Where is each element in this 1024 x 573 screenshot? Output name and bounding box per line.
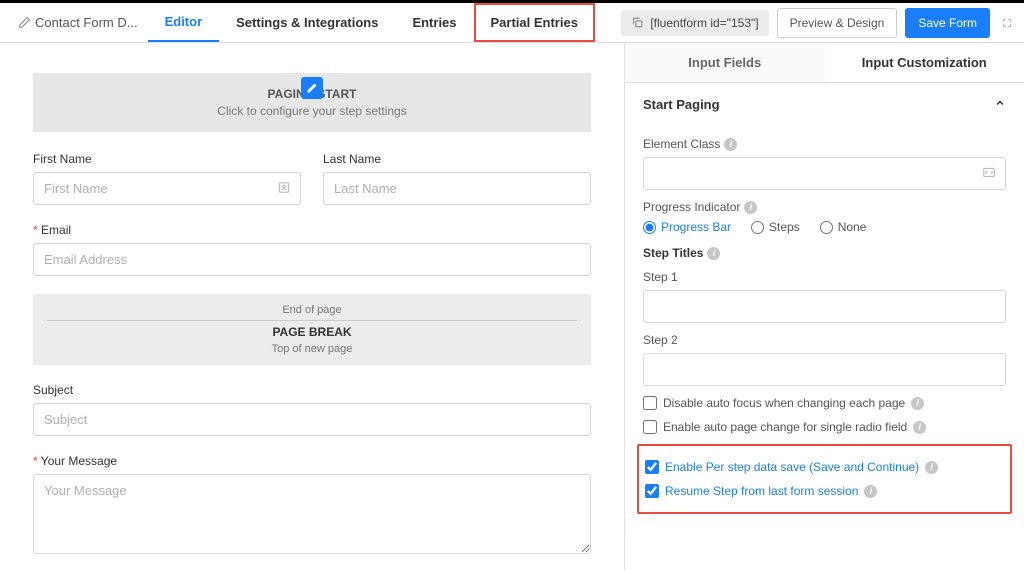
tab-partial-entries[interactable]: Partial Entries	[474, 3, 595, 42]
chevron-up-icon	[994, 97, 1006, 112]
step2-input[interactable]	[643, 353, 1006, 386]
paging-start-subtitle: Click to configure your step settings	[33, 104, 591, 118]
pencil-icon	[18, 16, 31, 29]
paging-start-block[interactable]: PAGING START Click to configure your ste…	[33, 73, 591, 132]
check-resume-step[interactable]: Resume Step from last form session i	[645, 484, 1004, 498]
element-class-input[interactable]	[643, 157, 1006, 190]
radio-steps[interactable]: Steps	[751, 220, 800, 234]
page-break-block[interactable]: End of page PAGE BREAK Top of new page	[33, 294, 591, 365]
end-of-page-label: End of page	[33, 304, 591, 316]
lastname-input[interactable]	[323, 172, 591, 205]
form-canvas: PAGING START Click to configure your ste…	[0, 43, 624, 570]
radio-progress-bar[interactable]: Progress Bar	[643, 220, 731, 234]
email-label: Email	[33, 223, 591, 237]
firstname-label: First Name	[33, 152, 301, 166]
subject-label: Subject	[33, 383, 591, 397]
tab-input-customization[interactable]: Input Customization	[825, 43, 1024, 82]
preview-design-button[interactable]: Preview & Design	[777, 8, 898, 38]
tab-entries[interactable]: Entries	[395, 3, 473, 42]
progress-indicator-label: Progress Indicator	[643, 200, 740, 214]
info-icon: i	[864, 485, 877, 498]
info-icon[interactable]: i	[744, 201, 757, 214]
start-paging-header[interactable]: Start Paging	[643, 83, 1006, 127]
lastname-label: Last Name	[323, 152, 591, 166]
shortcode-copy[interactable]: [fluentform id="153"]	[621, 10, 768, 36]
start-paging-title: Start Paging	[643, 97, 720, 112]
code-icon[interactable]	[982, 165, 996, 182]
message-label: Your Message	[33, 454, 591, 468]
check-disable-autofocus[interactable]: Disable auto focus when changing each pa…	[643, 396, 1006, 410]
message-textarea[interactable]	[33, 474, 591, 554]
step-titles-label: Step Titles	[643, 246, 703, 260]
radio-none[interactable]: None	[820, 220, 867, 234]
subject-input[interactable]	[33, 403, 591, 436]
save-form-button[interactable]: Save Form	[905, 8, 990, 38]
check-auto-page-change[interactable]: Enable auto page change for single radio…	[643, 420, 1006, 434]
step2-label: Step 2	[643, 333, 1006, 347]
tab-settings[interactable]: Settings & Integrations	[219, 3, 395, 42]
info-icon[interactable]: i	[724, 138, 737, 151]
form-title-text: Contact Form D...	[35, 15, 138, 30]
copy-icon	[631, 16, 644, 29]
info-icon: i	[913, 421, 926, 434]
top-of-page-label: Top of new page	[33, 343, 591, 355]
tab-input-fields[interactable]: Input Fields	[625, 43, 825, 82]
element-class-label: Element Class	[643, 137, 720, 151]
firstname-input[interactable]	[33, 172, 301, 205]
info-icon: i	[911, 397, 924, 410]
info-icon: i	[925, 461, 938, 474]
shortcode-text: [fluentform id="153"]	[650, 16, 758, 30]
fullscreen-icon[interactable]	[998, 14, 1016, 32]
page-break-label: PAGE BREAK	[47, 320, 577, 339]
form-title[interactable]: Contact Form D...	[8, 15, 148, 30]
email-input[interactable]	[33, 243, 591, 276]
step1-label: Step 1	[643, 270, 1006, 284]
tab-editor[interactable]: Editor	[148, 3, 220, 42]
step1-input[interactable]	[643, 290, 1006, 323]
check-per-step-save[interactable]: Enable Per step data save (Save and Cont…	[645, 460, 1004, 474]
info-icon[interactable]: i	[707, 247, 720, 260]
person-icon	[277, 180, 291, 197]
edit-icon[interactable]	[301, 77, 323, 99]
